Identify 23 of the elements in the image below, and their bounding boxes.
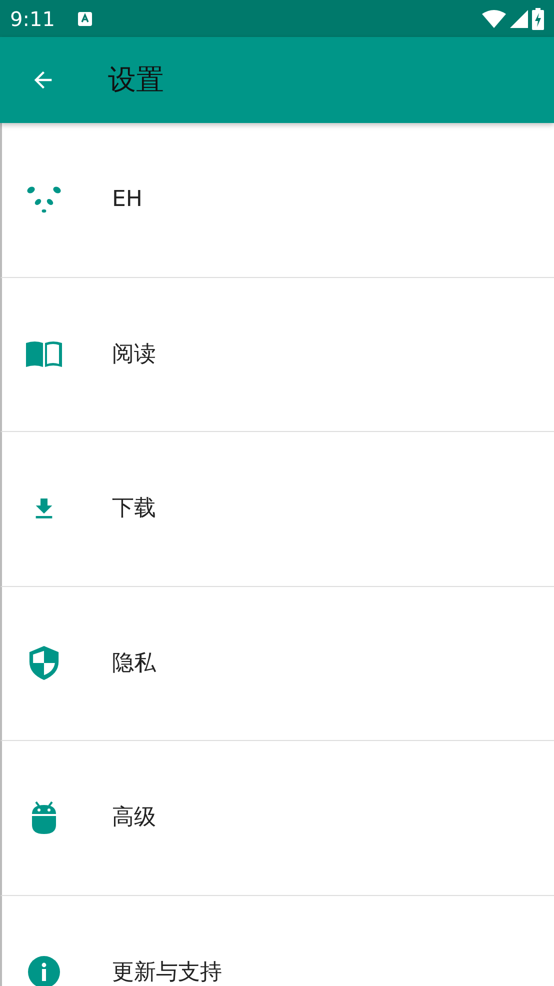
info-icon (28, 956, 60, 986)
settings-item[interactable]: 下载 (0, 432, 554, 586)
wifi-icon (482, 10, 506, 28)
item-label: 隐私 (112, 650, 156, 678)
item-label: 阅读 (112, 340, 156, 369)
settings-item[interactable]: 更新与支持 (0, 896, 554, 986)
status-time: 9:11 (10, 6, 55, 32)
panda-face-icon (26, 186, 62, 214)
screen-title: 设置 (108, 62, 164, 98)
item-label: 下载 (112, 495, 156, 524)
battery-icon (532, 8, 544, 30)
settings-item[interactable]: EH (0, 123, 554, 278)
item-label: 高级 (112, 804, 156, 832)
item-label: EH (112, 186, 142, 214)
shield-icon (29, 646, 59, 680)
item-label: 更新与支持 (112, 958, 222, 986)
settings-item[interactable]: 阅读 (0, 278, 554, 432)
book-icon (26, 340, 62, 368)
settings-item[interactable]: 高级 (0, 741, 554, 896)
settings-item[interactable]: 隐私 (0, 586, 554, 741)
android-robot-icon (31, 800, 57, 835)
signal-icon (510, 10, 528, 28)
keyboard-notification-icon (76, 10, 93, 26)
